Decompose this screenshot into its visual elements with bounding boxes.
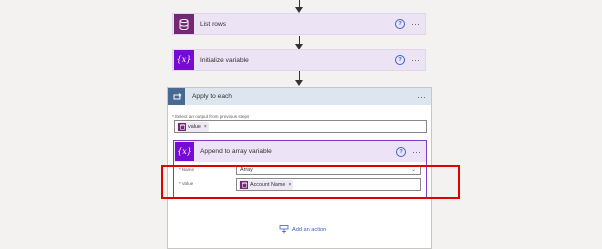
initialize-variable-title: Initialize variable xyxy=(200,56,249,64)
add-an-action-button[interactable]: Add an action xyxy=(279,225,326,234)
list-rows-card[interactable]: List rows ? ··· xyxy=(172,13,426,35)
dataverse-token-icon xyxy=(178,123,186,131)
add-action-icon xyxy=(279,225,289,234)
help-icon[interactable]: ? xyxy=(395,19,405,29)
value-token-label: value xyxy=(188,124,201,130)
list-rows-title: List rows xyxy=(200,20,227,28)
variable-icon: {x} xyxy=(175,142,194,161)
loop-icon xyxy=(168,88,185,105)
highlight-box xyxy=(161,165,460,199)
add-an-action-label: Add an action xyxy=(292,226,327,233)
select-output-input[interactable]: value × xyxy=(174,120,427,133)
more-options-icon[interactable]: ··· xyxy=(411,20,420,29)
append-to-array-header[interactable]: {x} Append to array variable ? ··· xyxy=(174,141,426,162)
apply-to-each-header[interactable]: Apply to each ··· xyxy=(168,88,431,105)
select-output-label: *Select an output from previous steps xyxy=(172,114,250,119)
initialize-variable-card[interactable]: {x} Initialize variable ? ··· xyxy=(172,49,426,71)
variable-icon: {x} xyxy=(174,50,194,70)
remove-token-icon[interactable]: × xyxy=(204,124,207,130)
value-token[interactable]: value × xyxy=(177,122,209,132)
more-options-icon[interactable]: ··· xyxy=(411,56,420,65)
connector-arrow xyxy=(295,80,303,86)
append-to-array-title: Append to array variable xyxy=(200,148,272,155)
apply-to-each-title: Apply to each xyxy=(192,93,232,100)
help-icon[interactable]: ? xyxy=(396,146,406,157)
more-options-icon[interactable]: ··· xyxy=(412,147,421,156)
more-options-icon[interactable]: ··· xyxy=(417,92,426,101)
dataverse-icon xyxy=(174,14,194,34)
help-icon[interactable]: ? xyxy=(395,55,405,65)
